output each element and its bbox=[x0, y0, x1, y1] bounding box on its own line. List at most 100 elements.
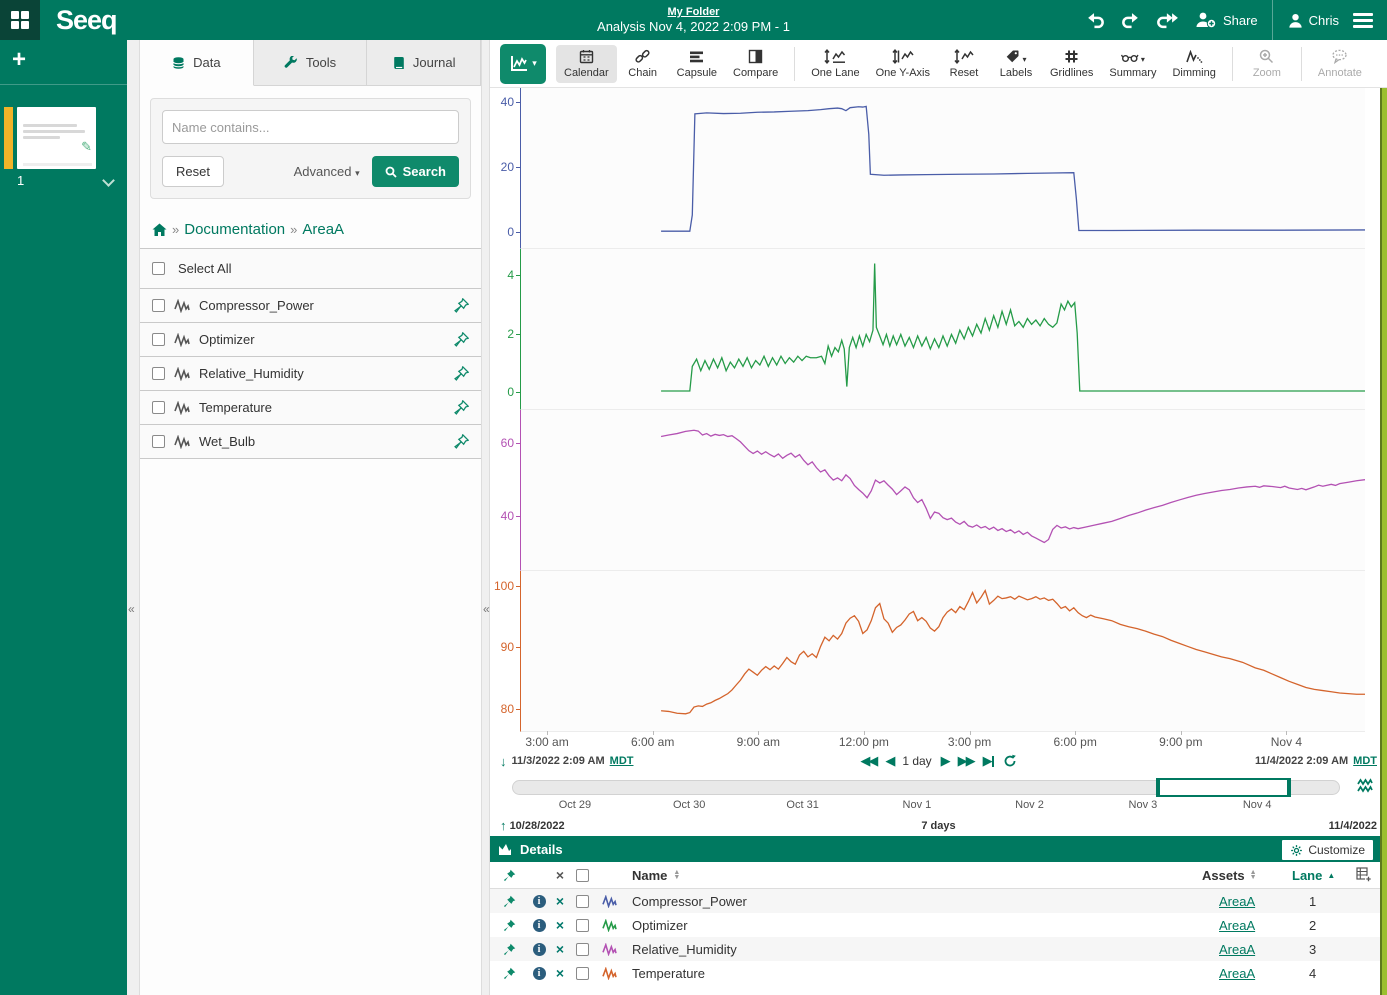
toolbar-reset-button[interactable]: Reset bbox=[938, 45, 990, 83]
item-checkbox[interactable] bbox=[152, 333, 165, 346]
worksheet-thumbnail[interactable]: ✎ bbox=[17, 107, 96, 169]
pin-icon[interactable] bbox=[454, 400, 469, 415]
toolbar-summary-button[interactable]: ▾ Summary bbox=[1101, 45, 1164, 83]
share-button[interactable]: Share bbox=[1194, 11, 1258, 29]
toolbar-capsule-button[interactable]: Capsule bbox=[669, 45, 725, 83]
trend-plot[interactable] bbox=[520, 410, 1365, 571]
search-input[interactable] bbox=[162, 110, 459, 144]
reset-button[interactable]: Reset bbox=[162, 156, 224, 187]
tab-journal[interactable]: Journal bbox=[367, 40, 481, 85]
info-icon[interactable]: i bbox=[533, 967, 546, 980]
item-checkbox[interactable] bbox=[152, 299, 165, 312]
pin-icon[interactable] bbox=[454, 332, 469, 347]
refresh-icon[interactable] bbox=[1003, 754, 1017, 768]
remove-icon[interactable]: × bbox=[556, 966, 564, 980]
toolbar-zoom-button[interactable]: Zoom bbox=[1241, 45, 1293, 83]
step-forward-fast-button[interactable]: ▶▶ bbox=[958, 753, 974, 769]
row-checkbox[interactable] bbox=[576, 895, 589, 908]
redo-button[interactable] bbox=[1120, 12, 1141, 29]
customize-button[interactable]: Customize bbox=[1280, 838, 1375, 862]
advanced-toggle[interactable]: Advanced ▾ bbox=[294, 164, 360, 179]
toolbar-annotate-button[interactable]: Annotate bbox=[1310, 45, 1370, 83]
pin-icon[interactable] bbox=[454, 434, 469, 449]
pin-icon[interactable] bbox=[503, 919, 516, 932]
panel-resize-gutter[interactable]: « bbox=[481, 40, 490, 995]
info-icon[interactable]: i bbox=[533, 919, 546, 932]
column-assets[interactable]: Assets▲▼ bbox=[1202, 868, 1280, 883]
row-checkbox[interactable] bbox=[576, 919, 589, 932]
column-lane[interactable]: Lane▲ bbox=[1280, 868, 1356, 883]
pin-icon[interactable] bbox=[454, 298, 469, 313]
item-checkbox[interactable] bbox=[152, 401, 165, 414]
pin-icon[interactable] bbox=[503, 967, 516, 980]
home-icon[interactable] bbox=[152, 223, 167, 237]
row-checkbox[interactable] bbox=[576, 967, 589, 980]
table-row[interactable]: i × Temperature AreaA 4 bbox=[490, 961, 1387, 985]
user-menu-button[interactable]: Chris bbox=[1287, 12, 1339, 29]
item-checkbox[interactable] bbox=[152, 367, 165, 380]
item-checkbox[interactable] bbox=[152, 435, 165, 448]
collapse-left-icon[interactable]: « bbox=[128, 602, 135, 616]
list-item[interactable]: Relative_Humidity bbox=[140, 357, 481, 391]
asset-link[interactable]: AreaA bbox=[1219, 894, 1255, 909]
add-worksheet-button[interactable]: + bbox=[0, 40, 127, 85]
row-checkbox[interactable] bbox=[576, 943, 589, 956]
hamburger-menu-button[interactable] bbox=[1353, 13, 1373, 28]
toolbar-calendar-button[interactable]: Calendar bbox=[556, 45, 617, 83]
step-back-button[interactable]: ◀ bbox=[885, 753, 893, 769]
select-all-checkbox[interactable] bbox=[152, 262, 165, 275]
step-forward-button[interactable]: ▶ bbox=[941, 753, 949, 769]
my-folder-link[interactable]: My Folder bbox=[668, 6, 720, 18]
breadcrumb-areaa[interactable]: AreaA bbox=[302, 221, 344, 238]
toolbar-gridlines-button[interactable]: Gridlines bbox=[1042, 45, 1101, 83]
column-name[interactable]: Name▲▼ bbox=[624, 868, 1202, 883]
asset-link[interactable]: AreaA bbox=[1219, 966, 1255, 981]
trend-plot[interactable] bbox=[520, 249, 1365, 410]
list-item[interactable]: Optimizer bbox=[140, 323, 481, 357]
collapse-panel-icon[interactable]: « bbox=[483, 602, 490, 616]
y-axis-labels[interactable]: 024 bbox=[490, 249, 520, 410]
remove-icon[interactable]: × bbox=[556, 894, 564, 908]
step-back-fast-button[interactable]: ◀◀ bbox=[860, 753, 876, 769]
info-icon[interactable]: i bbox=[533, 895, 546, 908]
list-item[interactable]: Compressor_Power bbox=[140, 289, 481, 323]
remove-icon[interactable]: × bbox=[556, 918, 564, 932]
list-item[interactable]: Wet_Bulb bbox=[140, 425, 481, 459]
pin-icon[interactable] bbox=[503, 943, 516, 956]
redo-all-button[interactable] bbox=[1155, 12, 1180, 29]
tab-data[interactable]: Data bbox=[140, 40, 254, 86]
pin-icon[interactable] bbox=[503, 869, 516, 882]
toolbar-compare-button[interactable]: Compare bbox=[725, 45, 786, 83]
breadcrumb-documentation[interactable]: Documentation bbox=[184, 221, 285, 238]
toolbar-one-lane-button[interactable]: One Lane bbox=[803, 45, 867, 83]
overview-track[interactable] bbox=[512, 780, 1340, 795]
overview-chart-icon[interactable] bbox=[1357, 778, 1373, 794]
step-to-now-button[interactable]: ▶ bbox=[983, 753, 994, 769]
search-button[interactable]: Search bbox=[372, 156, 459, 187]
remove-all-icon[interactable]: × bbox=[556, 868, 564, 882]
list-item[interactable]: Temperature bbox=[140, 391, 481, 425]
overview-selection-window[interactable] bbox=[1156, 778, 1291, 797]
info-icon[interactable]: i bbox=[533, 943, 546, 956]
select-all-signals-checkbox[interactable] bbox=[576, 869, 589, 882]
chevron-down-icon[interactable] bbox=[102, 174, 115, 187]
toolbar-one-y-axis-button[interactable]: One Y-Axis bbox=[868, 45, 938, 83]
asset-link[interactable]: AreaA bbox=[1219, 918, 1255, 933]
remove-icon[interactable]: × bbox=[556, 942, 564, 956]
pin-icon[interactable] bbox=[454, 366, 469, 381]
toolbar-chain-button[interactable]: Chain bbox=[617, 45, 669, 83]
y-axis-labels[interactable]: 8090100 bbox=[490, 571, 520, 732]
undo-button[interactable] bbox=[1085, 12, 1106, 29]
investigate-duration-label[interactable]: 7 days bbox=[490, 820, 1387, 832]
add-column-icon[interactable] bbox=[1356, 867, 1373, 883]
table-row[interactable]: i × Compressor_Power AreaA 1 bbox=[490, 889, 1387, 913]
range-duration-label[interactable]: 1 day bbox=[902, 754, 931, 768]
y-axis-labels[interactable]: 02040 bbox=[490, 88, 520, 249]
trend-plot[interactable] bbox=[520, 88, 1365, 249]
toolbar-labels-button[interactable]: ▾ Labels bbox=[990, 45, 1042, 83]
table-row[interactable]: i × Optimizer AreaA 2 bbox=[490, 913, 1387, 937]
view-mode-dropdown[interactable]: ▾ bbox=[500, 44, 546, 84]
time-axis[interactable]: 3:00 am6:00 am9:00 am12:00 pm3:00 pm6:00… bbox=[520, 732, 1365, 750]
tab-tools[interactable]: Tools bbox=[254, 40, 368, 85]
y-axis-labels[interactable]: 4060 bbox=[490, 410, 520, 571]
